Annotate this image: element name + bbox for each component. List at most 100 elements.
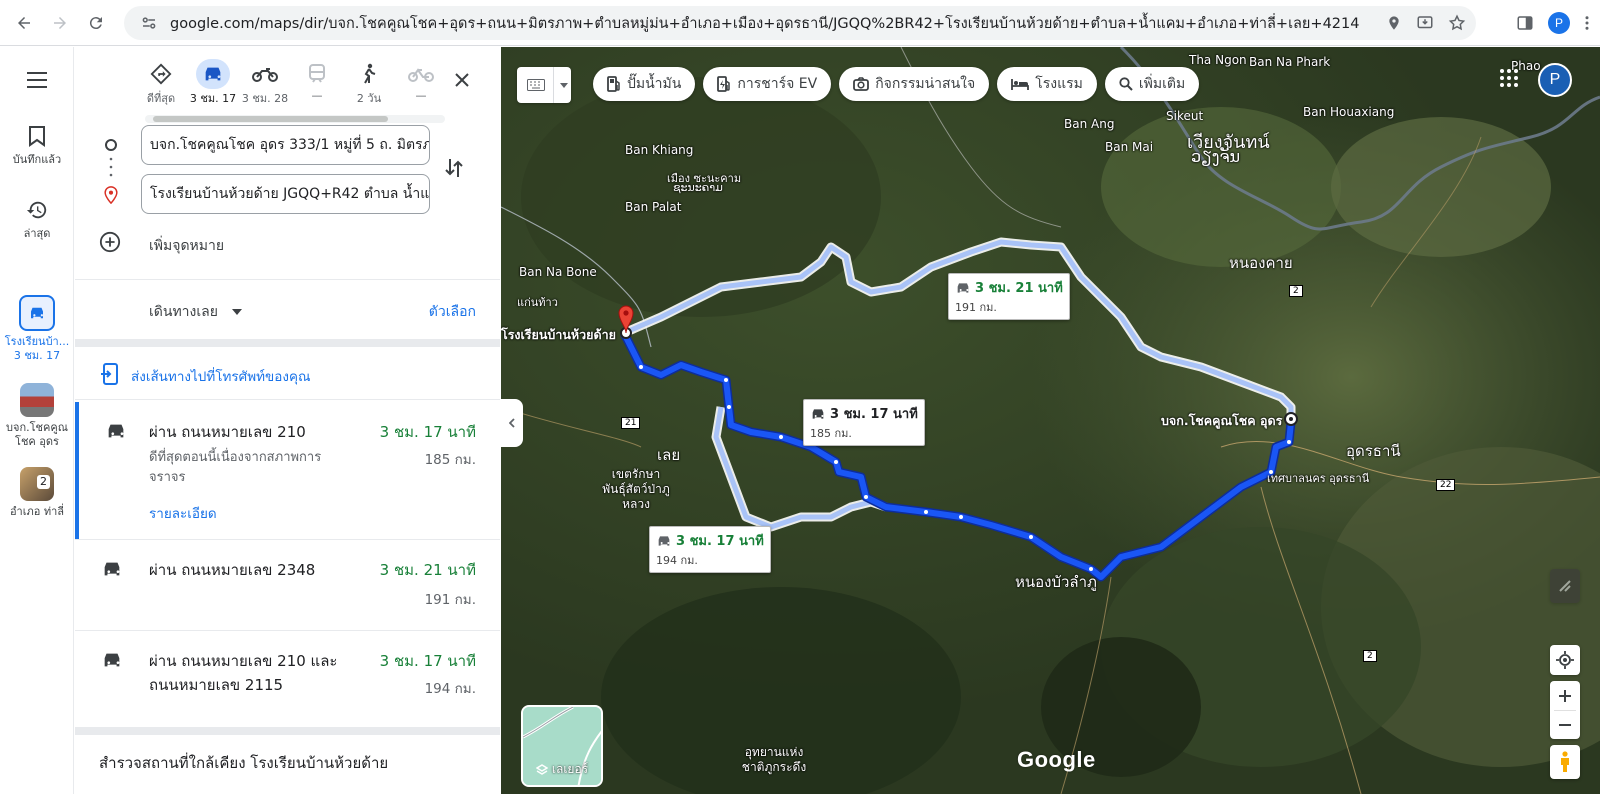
address-bar[interactable]: google.com/maps/dir/บจก.โชคคูณโชค+อุดร+ถ… bbox=[124, 6, 1476, 40]
mode-walk[interactable]: 2 วัน bbox=[343, 55, 395, 107]
menu-button[interactable] bbox=[0, 71, 74, 95]
google-logo: Google bbox=[1017, 747, 1096, 772]
car-icon bbox=[108, 424, 124, 438]
site-settings-icon[interactable] bbox=[140, 14, 158, 32]
destination-input[interactable]: โรงเรียนบ้านห้วยด้าย JGQQ+R42 ตำบล น้ำแค bbox=[141, 174, 430, 214]
route-option[interactable]: ผ่าน ถนนหมายเลข 210 และ ถนนหมายเลข 2115 … bbox=[75, 631, 500, 727]
map-label: เทศบาลนคร อุดรธานี bbox=[1267, 472, 1370, 485]
send-to-phone-link[interactable]: ส่งเส้นทางไปที่โทรศัพท์ของคุณ bbox=[131, 365, 311, 387]
map-label: Ban Na Bone bbox=[519, 265, 597, 279]
camera-icon bbox=[853, 77, 870, 91]
rail-item-origin[interactable]: บจก.โชคคูณ โชค อุดร bbox=[0, 383, 74, 449]
recent-button[interactable]: ล่าสุด bbox=[0, 199, 74, 241]
chip-things-to-do[interactable]: กิจกรรมน่าสนใจ bbox=[839, 67, 990, 101]
bike-icon bbox=[408, 68, 434, 82]
tilt-icon bbox=[1559, 580, 1571, 592]
category-chips: ปั๊มน้ำมัน การชาร์จ EV กิจกรรมน่าสนใจ โร… bbox=[593, 67, 1200, 101]
car-icon bbox=[957, 282, 969, 293]
road-shield: 2 bbox=[1289, 285, 1303, 297]
hamburger-icon bbox=[27, 72, 47, 88]
add-destination-button[interactable]: เพิ่มจุดหมาย bbox=[149, 235, 224, 257]
mode-motorcycle[interactable]: 3 ชม. 28 bbox=[239, 55, 291, 107]
modes-scrollbar[interactable] bbox=[145, 115, 445, 123]
map-canvas[interactable]: Tha Ngon Ban Na Phark Phao Ban Khiang เม… bbox=[501, 47, 1600, 794]
place-thumbnail: 2 bbox=[20, 467, 54, 501]
options-link[interactable]: ตัวเลือก bbox=[429, 301, 476, 323]
origin-input[interactable]: บจก.โชคคูณโชค อุดร 333/1 หมู่ที่ 5 ถ. มิ… bbox=[141, 125, 430, 165]
mode-car[interactable]: 3 ชม. 17 bbox=[187, 55, 239, 107]
more-vert-icon[interactable] bbox=[1584, 14, 1590, 32]
route-name: ผ่าน ถนนหมายเลข 210 bbox=[149, 423, 306, 441]
my-location-button[interactable] bbox=[1550, 645, 1580, 675]
back-icon[interactable] bbox=[6, 5, 42, 41]
route-option[interactable]: ผ่าน ถนนหมายเลข 210 3 ชม. 17 นาที 185 กม… bbox=[75, 402, 500, 539]
route-callout-alt[interactable]: 3 ชม. 21 นาที 191 กม. bbox=[948, 273, 1070, 320]
travel-modes: ดีที่สุด 3 ชม. 17 3 ชม. 28 — 2 วัน — bbox=[135, 55, 447, 107]
mode-bike[interactable]: — bbox=[395, 55, 447, 107]
close-icon bbox=[455, 73, 469, 87]
zoom-out-button[interactable] bbox=[1559, 711, 1571, 739]
chip-hotels[interactable]: โรงแรม bbox=[997, 67, 1097, 101]
route-option[interactable]: ผ่าน ถนนหมายเลข 2348 3 ชม. 21 นาที 191 ก… bbox=[75, 540, 500, 630]
map-label: Sikeut bbox=[1166, 109, 1204, 123]
place-thumbnail bbox=[20, 383, 54, 417]
chip-gas-station[interactable]: ปั๊มน้ำมัน bbox=[593, 67, 696, 101]
keyboard-shortcuts-button[interactable] bbox=[517, 67, 571, 103]
close-directions-button[interactable] bbox=[454, 69, 470, 94]
route-distance: 194 กม. bbox=[424, 681, 476, 697]
install-app-icon[interactable] bbox=[1416, 14, 1434, 32]
layers-label: เลเยอร์ bbox=[523, 760, 601, 779]
zoom-in-button[interactable] bbox=[1559, 682, 1571, 710]
leave-now-dropdown[interactable]: เดินทางเลย bbox=[149, 301, 243, 323]
map-label: Ban Na Phark bbox=[1249, 55, 1331, 69]
saved-button[interactable]: บันทึกแล้ว bbox=[0, 125, 74, 167]
side-panel-icon[interactable] bbox=[1516, 14, 1534, 32]
explore-nearby-heading: สำรวจสถานที่ใกล้เคียง โรงเรียนบ้านห้วยด้… bbox=[99, 754, 389, 772]
rail-item-tha-li[interactable]: 2 อำเภอ ท่าลี่ bbox=[0, 467, 74, 519]
profile-avatar[interactable]: P bbox=[1548, 12, 1570, 34]
forward-icon[interactable] bbox=[42, 5, 78, 41]
map-label: บจก.โชคคูณโชค อุดร bbox=[1161, 413, 1283, 428]
map-label: ວຽງຈັນ bbox=[1191, 147, 1241, 166]
map-label: Ban Palat bbox=[625, 200, 682, 214]
route-callout-alt[interactable]: 3 ชม. 17 นาที 194 กม. bbox=[649, 526, 771, 573]
chip-more[interactable]: เพิ่มเติม bbox=[1104, 67, 1200, 101]
collapse-panel-button[interactable] bbox=[501, 399, 523, 447]
bookmark-star-icon[interactable] bbox=[1448, 14, 1466, 32]
route-note: ดีที่สุดตอนนี้เนื่องจากสภาพการจราจร bbox=[149, 450, 322, 485]
layers-icon bbox=[535, 763, 549, 775]
dropdown-arrow-icon bbox=[232, 309, 243, 315]
map-label: เลย bbox=[657, 446, 681, 464]
route-details-link[interactable]: รายละเอียด bbox=[149, 502, 217, 524]
location-pin-icon[interactable] bbox=[1386, 14, 1402, 32]
route-callout-selected[interactable]: 3 ชม. 17 นาที 185 กม. bbox=[803, 399, 925, 446]
rail-item-school[interactable]: โรงเรียนบ้า... 3 ชม. 17 bbox=[0, 295, 74, 363]
car-icon bbox=[812, 408, 824, 419]
reload-icon[interactable] bbox=[78, 5, 114, 41]
street-view-tilt-button[interactable] bbox=[1550, 569, 1580, 603]
add-circle-icon[interactable] bbox=[99, 231, 121, 253]
layers-button[interactable]: เลเยอร์ bbox=[521, 705, 603, 787]
swap-icon[interactable] bbox=[445, 157, 463, 179]
car-icon bbox=[104, 653, 120, 667]
mode-transit[interactable]: — bbox=[291, 55, 343, 107]
chip-ev-charging[interactable]: การชาร์จ EV bbox=[703, 67, 832, 101]
mode-best[interactable]: ดีที่สุด bbox=[135, 55, 187, 107]
directions-panel: ดีที่สุด 3 ชม. 17 3 ชม. 28 — 2 วัน — บจก… bbox=[75, 47, 500, 794]
account-avatar[interactable]: P bbox=[1538, 63, 1572, 97]
map-label: Ban Houaxiang bbox=[1303, 105, 1395, 119]
map-label: Ban Mai bbox=[1105, 140, 1154, 154]
directions-diamond-icon bbox=[150, 63, 172, 85]
minus-icon bbox=[1559, 723, 1571, 726]
rail-school-label: โรงเรียนบ้า... bbox=[4, 335, 70, 348]
pegman-button[interactable] bbox=[1550, 745, 1580, 779]
map-label: หนองบัวลำภู bbox=[1015, 573, 1097, 591]
pegman-icon bbox=[1561, 751, 1569, 772]
ev-charging-icon bbox=[717, 76, 731, 92]
google-apps-icon[interactable] bbox=[1500, 69, 1518, 87]
browser-toolbar: google.com/maps/dir/บจก.โชคคูณโชค+อุดร+ถ… bbox=[0, 0, 1600, 46]
map-label: Tha Ngon bbox=[1189, 53, 1247, 67]
left-rail: บันทึกแล้ว ล่าสุด โรงเรียนบ้า... 3 ชม. 1… bbox=[0, 47, 74, 794]
zoom-controls bbox=[1550, 681, 1580, 739]
car-icon bbox=[104, 562, 120, 576]
